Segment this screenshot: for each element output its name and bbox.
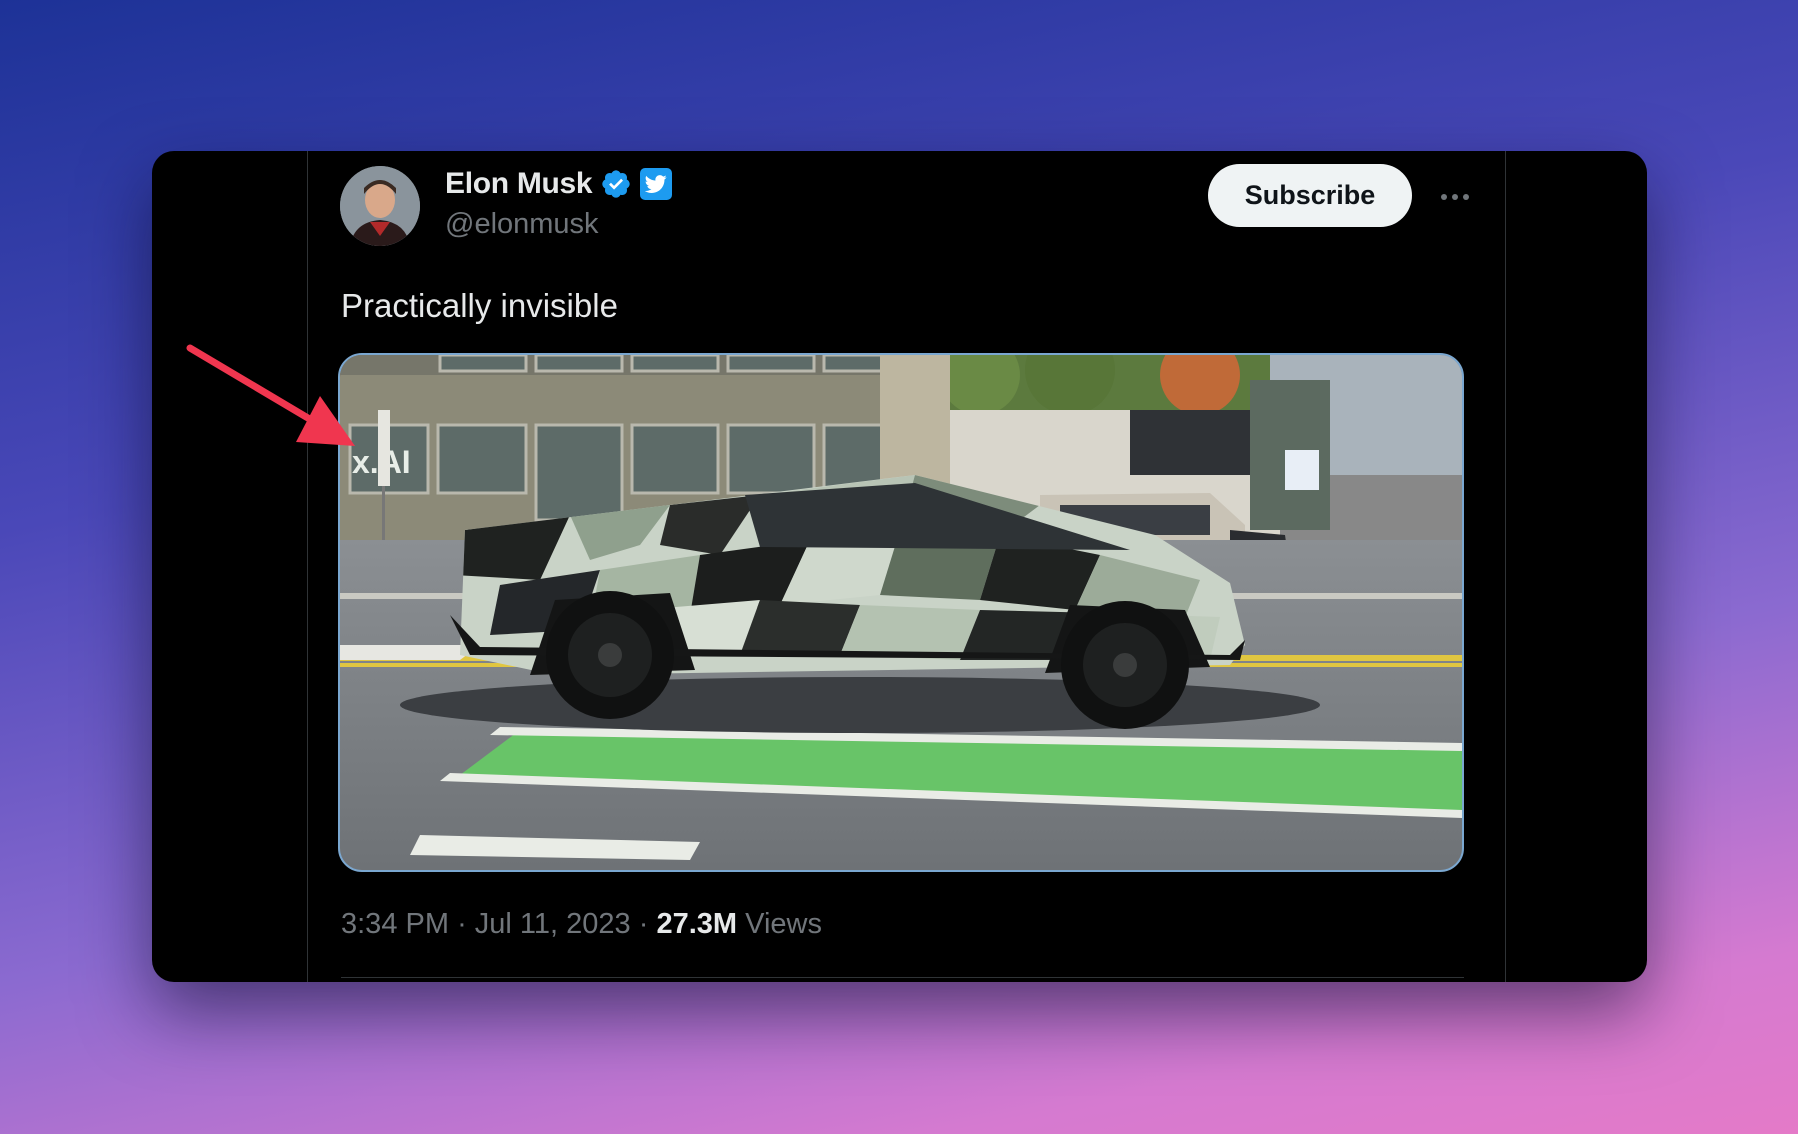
- tweet-card: Elon Musk @elonmusk Subscribe Practicall…: [152, 151, 1647, 982]
- meta-separator: ·: [457, 908, 467, 940]
- tweet-media-image[interactable]: x.AI: [338, 353, 1464, 872]
- views-count[interactable]: 27.3M: [656, 908, 737, 940]
- cybertruck-photo: x.AI: [340, 355, 1462, 870]
- twitter-bird-icon: [640, 168, 673, 200]
- author-handle[interactable]: @elonmusk: [445, 208, 599, 241]
- meta-separator: ·: [638, 908, 649, 940]
- tweet-meta: 3:34 PM · Jul 11, 2023 · 27.3M Views: [341, 908, 822, 941]
- subscribe-button[interactable]: Subscribe: [1208, 164, 1412, 227]
- tweet-time[interactable]: 3:34 PM: [341, 908, 449, 940]
- more-dots-icon[interactable]: [1435, 177, 1475, 217]
- avatar-photo: [340, 166, 420, 246]
- views-label: Views: [745, 908, 822, 940]
- author-name[interactable]: Elon Musk: [445, 167, 593, 201]
- verified-badge-icon: [600, 168, 632, 200]
- divider: [341, 977, 1464, 978]
- column-divider-left: [307, 151, 308, 982]
- wheel-front: [546, 591, 674, 719]
- tweet-text: Practically invisible: [341, 287, 618, 324]
- avatar[interactable]: [340, 166, 420, 246]
- column-divider-right: [1505, 151, 1506, 982]
- tweet-date[interactable]: Jul 11, 2023: [475, 908, 631, 940]
